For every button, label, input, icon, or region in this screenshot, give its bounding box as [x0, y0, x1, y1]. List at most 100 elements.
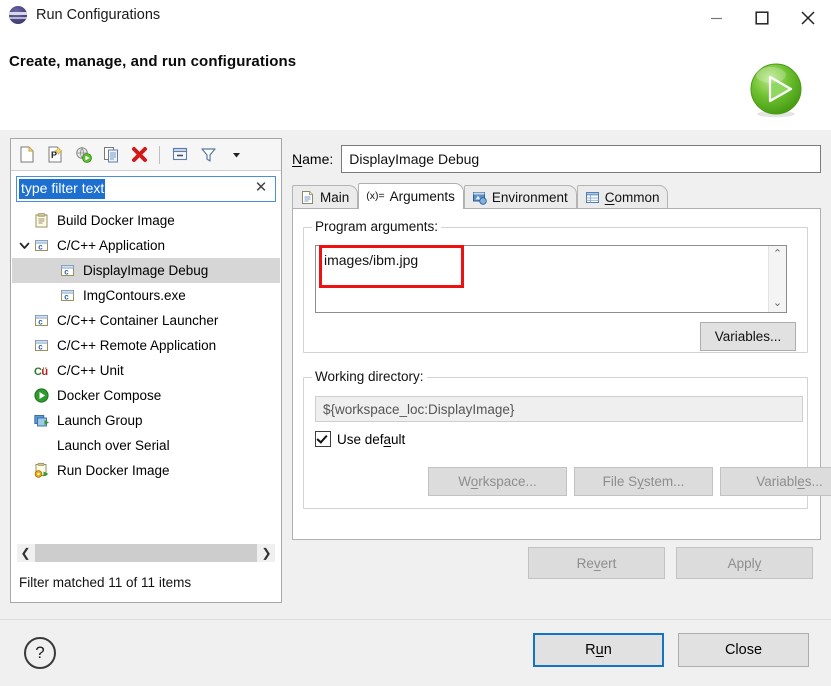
tab-label: Environment: [491, 190, 568, 205]
tree-item-label: ImgContours.exe: [83, 288, 186, 303]
file-system-button[interactable]: File System...: [574, 467, 713, 496]
highlight-annotation: [319, 245, 464, 288]
tab-common[interactable]: Common: [576, 185, 669, 209]
export-globe-icon[interactable]: [70, 142, 96, 168]
duplicate-copy-icon[interactable]: [98, 142, 124, 168]
eclipse-icon: [9, 6, 27, 24]
apply-button[interactable]: Apply: [676, 547, 813, 579]
revert-button[interactable]: Revert: [528, 547, 665, 579]
configurations-tree[interactable]: Build Docker Image c C/C++ Application c: [12, 208, 280, 548]
program-arguments-variables-button[interactable]: Variables...: [700, 322, 796, 351]
run-button[interactable]: Run: [533, 633, 664, 667]
svg-text:ü: ü: [41, 366, 48, 378]
tree-item-displayimage-debug[interactable]: c DisplayImage Debug: [12, 258, 280, 283]
tree-item-c-cpp-remote-application[interactable]: c C/C++ Remote Application: [12, 333, 280, 358]
c-window-icon: c: [35, 240, 48, 251]
chevron-down-icon[interactable]: [223, 142, 249, 168]
search-input[interactable]: type filter text ✕: [16, 176, 276, 202]
footer-buttons: Run Close: [533, 633, 809, 667]
c-window-icon: c: [35, 340, 48, 351]
tab-environment[interactable]: Environment: [463, 185, 577, 209]
launch-group-icon: [34, 415, 49, 427]
toolbar-separator: [159, 145, 160, 164]
chevron-left-icon[interactable]: ❮: [17, 544, 34, 562]
window-controls: [693, 0, 831, 36]
docker-compose-play-icon: [34, 388, 49, 403]
program-arguments-label: Program arguments:: [312, 219, 442, 234]
scrollbar-thumb[interactable]: [35, 544, 257, 562]
collapse-all-icon[interactable]: [167, 142, 193, 168]
tree-item-docker-compose[interactable]: Docker Compose: [12, 383, 280, 408]
button-label: Close: [724, 642, 763, 658]
use-default-label: Use default: [337, 431, 406, 447]
filter-input-value: type filter text: [19, 179, 106, 199]
tree-item-imgcontours-exe[interactable]: c ImgContours.exe: [12, 283, 280, 308]
help-question-icon[interactable]: ?: [24, 637, 56, 669]
close-icon[interactable]: [785, 0, 831, 36]
svg-text:c: c: [64, 267, 69, 276]
tree-item-c-cpp-application[interactable]: c C/C++ Application: [12, 233, 280, 258]
tree-item-label: Launch over Serial: [57, 438, 170, 453]
tree-item-run-docker-image[interactable]: Run Docker Image: [12, 458, 280, 483]
working-directory-value: ${workspace_loc:DisplayImage}: [323, 401, 515, 417]
use-default-checkbox-row[interactable]: Use default: [315, 431, 405, 447]
chevron-up-icon[interactable]: ⌃: [773, 249, 782, 260]
tree-item-c-cpp-container-launcher[interactable]: c C/C++ Container Launcher: [12, 308, 280, 333]
arguments-tab-panel: Program arguments: images/ibm.jpg ⌃ ⌄ Va…: [292, 208, 831, 540]
button-label: File System...: [602, 474, 685, 489]
button-label: Apply: [727, 555, 762, 571]
close-button[interactable]: Close: [678, 633, 809, 667]
maximize-icon[interactable]: [739, 0, 785, 36]
chevron-down-icon[interactable]: ⌄: [773, 298, 782, 309]
new-document-icon[interactable]: [14, 142, 40, 168]
tab-label: Arguments: [389, 189, 455, 204]
window-title-group: Run Configurations: [9, 6, 160, 24]
workspace-button[interactable]: Workspace...: [428, 467, 567, 496]
tree-item-label: Docker Compose: [57, 388, 162, 403]
program-arguments-scrollbar[interactable]: ⌃ ⌄: [768, 246, 786, 312]
chevron-down-icon[interactable]: [16, 233, 33, 258]
c-window-icon: c: [35, 315, 48, 326]
blank-icon: [33, 437, 50, 454]
tree-item-launch-group[interactable]: Launch Group: [12, 408, 280, 433]
chevron-right-icon[interactable]: ❯: [258, 544, 275, 562]
name-input-value: DisplayImage Debug: [349, 151, 480, 167]
window-title-bar: Run Configurations: [0, 0, 831, 36]
working-directory-input[interactable]: ${workspace_loc:DisplayImage}: [315, 396, 803, 422]
svg-text:c: c: [38, 242, 43, 251]
tree-item-label: C/C++ Container Launcher: [57, 313, 219, 328]
working-directory-variables-button[interactable]: Variables...: [720, 467, 831, 496]
tab-bar: Main (x)= Arguments Environment Common: [292, 183, 821, 209]
configuration-editor: Name: DisplayImage Debug Main (x)= Argum…: [292, 138, 831, 603]
use-default-checkbox[interactable]: [315, 431, 331, 447]
tree-item-label: C/C++ Remote Application: [57, 338, 217, 353]
svg-text:c: c: [38, 317, 43, 326]
tree-item-label: Run Docker Image: [57, 463, 170, 478]
name-input[interactable]: DisplayImage Debug: [341, 145, 821, 173]
delete-red-x-icon[interactable]: [126, 142, 152, 168]
minimize-icon[interactable]: [693, 0, 739, 36]
run-docker-image-icon: [34, 462, 49, 478]
tree-item-c-cpp-unit[interactable]: C ü C/C++ Unit: [12, 358, 280, 383]
filter-status-text: Filter matched 11 of 11 items: [19, 575, 192, 590]
window-title: Run Configurations: [36, 7, 161, 23]
filter-funnel-icon[interactable]: [195, 142, 221, 168]
new-prototype-p-icon[interactable]: P: [42, 142, 68, 168]
dialog-footer: ? Run Close: [0, 619, 831, 686]
tab-arguments[interactable]: (x)= Arguments: [358, 183, 464, 209]
name-label: Name:: [292, 151, 334, 167]
tree-horizontal-scrollbar[interactable]: ❮ ❯: [17, 544, 275, 562]
tree-item-launch-over-serial[interactable]: Launch over Serial: [12, 433, 280, 458]
dialog-banner: Create, manage, and run configurations: [0, 36, 831, 130]
tree-item-label: Build Docker Image: [57, 213, 175, 228]
clear-x-icon[interactable]: ✕: [253, 180, 269, 196]
tree-item-build-docker-image[interactable]: Build Docker Image: [12, 208, 280, 233]
tab-main[interactable]: Main: [292, 185, 359, 209]
tab-label: Main: [320, 190, 350, 205]
tree-item-label: DisplayImage Debug: [83, 263, 209, 278]
cunit-icon: C ü: [34, 366, 48, 378]
button-label: Variables...: [714, 329, 782, 344]
c-window-icon: c: [61, 265, 74, 276]
environment-icon: [472, 192, 487, 205]
main-document-icon: [302, 191, 313, 204]
